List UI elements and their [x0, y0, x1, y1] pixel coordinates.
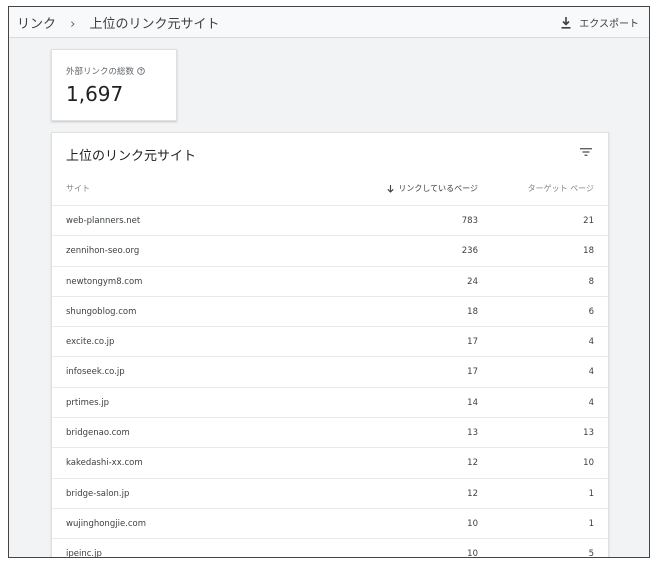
top-bar: リンク › 上位のリンク元サイト エクスポート	[9, 7, 649, 38]
table-row[interactable]: infoseek.co.jp 17 4	[52, 357, 608, 388]
metric-label-row: 外部リンクの総数	[66, 65, 145, 77]
table-row[interactable]: bridge-salon.jp 12 1	[52, 479, 608, 509]
column-header-linking-pages[interactable]: リンクしているページ	[387, 183, 478, 194]
metric-value: 1,697	[66, 82, 124, 106]
filter-icon[interactable]	[580, 147, 592, 157]
row-linking-pages-cell: 14	[467, 397, 478, 408]
table-row[interactable]: prtimes.jp 14 4	[52, 388, 608, 419]
column-header-linking-pages-label: リンクしているページ	[398, 184, 478, 193]
top-linking-sites-card: 上位のリンク元サイト サイト リンクしているページ ターゲット ページ web-…	[51, 132, 609, 558]
row-linking-pages-cell: 17	[467, 367, 478, 378]
row-target-pages-cell: 4	[588, 337, 594, 348]
row-site-cell: shungoblog.com	[66, 306, 137, 317]
row-target-pages-cell: 8	[588, 276, 594, 287]
table-row[interactable]: zennihon-seo.org 236 18	[52, 236, 608, 267]
row-target-pages-cell: 6	[588, 306, 594, 317]
row-target-pages-cell: 18	[583, 246, 594, 257]
table-row[interactable]: excite.co.jp 17 4	[52, 327, 608, 358]
arrow-down-icon	[387, 184, 394, 193]
row-linking-pages-cell: 236	[461, 246, 478, 257]
table-row[interactable]: kakedashi-xx.com 12 10	[52, 448, 608, 479]
row-target-pages-cell: 4	[588, 397, 594, 408]
row-target-pages-cell: 1	[588, 518, 594, 529]
row-site-cell: ipeinc.jp	[66, 549, 102, 558]
help-circle-icon[interactable]	[137, 67, 145, 75]
row-target-pages-cell: 13	[583, 428, 594, 439]
row-linking-pages-cell: 10	[467, 549, 478, 558]
breadcrumb-separator: ›	[70, 17, 76, 32]
row-site-cell: wujinghongjie.com	[66, 518, 147, 529]
row-site-cell: web-planners.net	[66, 216, 141, 226]
row-linking-pages-cell: 10	[467, 518, 478, 529]
row-site-cell: bridge-salon.jp	[66, 488, 130, 499]
row-target-pages-cell: 4	[588, 367, 594, 378]
row-site-cell: infoseek.co.jp	[66, 367, 125, 378]
row-linking-pages-cell: 12	[467, 458, 478, 469]
download-icon	[561, 16, 571, 29]
row-linking-pages-cell: 17	[467, 337, 478, 348]
row-site-cell: newtongym8.com	[66, 276, 143, 287]
table-header: サイト リンクしているページ ターゲット ページ	[52, 181, 608, 206]
breadcrumb: リンク › 上位のリンク元サイト	[17, 13, 220, 32]
row-target-pages-cell: 5	[588, 549, 594, 558]
row-target-pages-cell: 1	[588, 488, 594, 499]
row-target-pages-cell: 10	[583, 458, 594, 469]
row-site-cell: zennihon-seo.org	[66, 246, 140, 257]
row-site-cell: bridgenao.com	[66, 428, 130, 439]
row-linking-pages-cell: 12	[467, 488, 478, 499]
row-target-pages-cell: 21	[583, 216, 594, 226]
row-site-cell: kakedashi-xx.com	[66, 458, 143, 469]
row-linking-pages-cell: 24	[467, 276, 478, 287]
export-label: エクスポート	[579, 19, 639, 30]
breadcrumb-root-link[interactable]: リンク	[17, 17, 56, 32]
breadcrumb-current: 上位のリンク元サイト	[89, 17, 220, 32]
metric-label: 外部リンクの総数	[66, 67, 135, 77]
table-row[interactable]: shungoblog.com 18 6	[52, 297, 608, 328]
row-linking-pages-cell: 13	[467, 428, 478, 439]
export-button[interactable]: エクスポート	[561, 15, 639, 30]
row-linking-pages-cell: 18	[467, 306, 478, 317]
row-linking-pages-cell: 783	[461, 216, 478, 226]
table-title: 上位のリンク元サイト	[66, 149, 197, 164]
table-row[interactable]: web-planners.net 783 21	[52, 206, 608, 237]
row-site-cell: prtimes.jp	[66, 397, 109, 408]
table-row[interactable]: ipeinc.jp 10 5	[52, 539, 608, 558]
table-row[interactable]: newtongym8.com 24 8	[52, 267, 608, 297]
table-body: web-planners.net 783 21 zennihon-seo.org 236…	[52, 206, 608, 558]
row-site-cell: excite.co.jp	[66, 337, 115, 348]
table-row[interactable]: bridgenao.com 13 13	[52, 418, 608, 449]
app-window: リンク › 上位のリンク元サイト エクスポート 外部リンクの総数 1,697 上…	[8, 6, 650, 558]
total-external-links-card: 外部リンクの総数 1,697	[51, 49, 177, 121]
column-header-site[interactable]: サイト	[66, 183, 90, 194]
table-row[interactable]: wujinghongjie.com 10 1	[52, 509, 608, 540]
column-header-target-pages[interactable]: ターゲット ページ	[528, 183, 594, 194]
